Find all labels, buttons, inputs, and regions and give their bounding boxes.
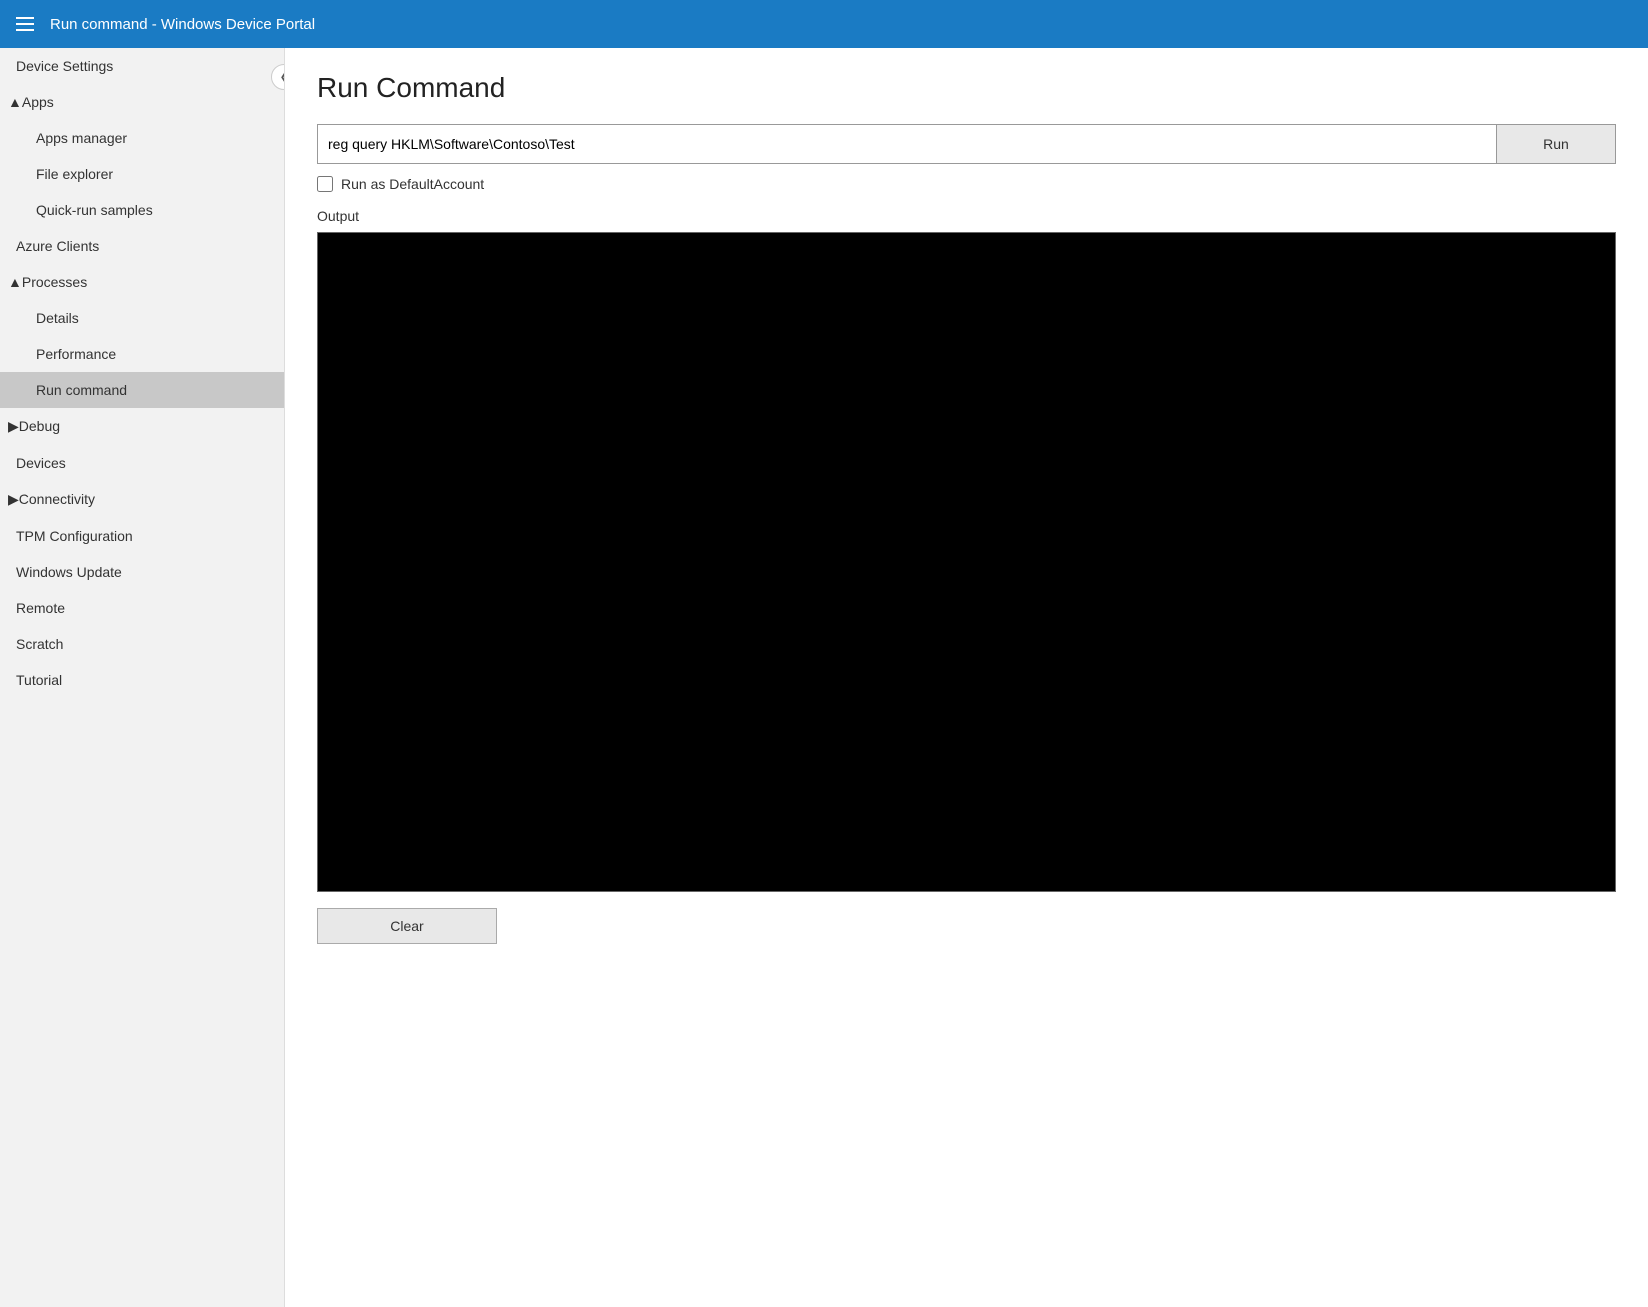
sidebar-item-debug[interactable]: ▶Debug — [0, 408, 284, 445]
clear-button[interactable]: Clear — [317, 908, 497, 944]
sidebar-item-run-command[interactable]: Run command — [0, 372, 284, 408]
sidebar-item-performance[interactable]: Performance — [0, 336, 284, 372]
sidebar-item-quick-run-samples[interactable]: Quick-run samples — [0, 192, 284, 228]
command-row: Run — [317, 124, 1616, 164]
sidebar: ❮ Device Settings▲AppsApps managerFile e… — [0, 48, 285, 1307]
default-account-label: Run as DefaultAccount — [341, 176, 484, 192]
default-account-checkbox[interactable] — [317, 176, 333, 192]
titlebar-title: Run command - Windows Device Portal — [50, 16, 315, 33]
page-title: Run Command — [317, 72, 1616, 104]
sidebar-item-remote[interactable]: Remote — [0, 590, 284, 626]
sidebar-item-apps[interactable]: ▲Apps — [0, 84, 284, 120]
sidebar-item-tutorial[interactable]: Tutorial — [0, 662, 284, 698]
sidebar-item-file-explorer[interactable]: File explorer — [0, 156, 284, 192]
checkbox-row: Run as DefaultAccount — [317, 176, 1616, 192]
sidebar-item-apps-manager[interactable]: Apps manager — [0, 120, 284, 156]
output-terminal — [317, 232, 1616, 892]
sidebar-item-processes[interactable]: ▲Processes — [0, 264, 284, 300]
output-label: Output — [317, 208, 1616, 224]
titlebar: Run command - Windows Device Portal — [0, 0, 1648, 48]
sidebar-item-azure-clients[interactable]: Azure Clients — [0, 228, 284, 264]
layout: ❮ Device Settings▲AppsApps managerFile e… — [0, 48, 1648, 1307]
sidebar-item-scratch[interactable]: Scratch — [0, 626, 284, 662]
sidebar-item-connectivity[interactable]: ▶Connectivity — [0, 481, 284, 518]
main-content: Run Command Run Run as DefaultAccount Ou… — [285, 48, 1648, 1307]
sidebar-item-tpm-configuration[interactable]: TPM Configuration — [0, 518, 284, 554]
hamburger-menu[interactable] — [16, 17, 34, 31]
sidebar-item-details[interactable]: Details — [0, 300, 284, 336]
command-input[interactable] — [317, 124, 1496, 164]
sidebar-item-devices[interactable]: Devices — [0, 445, 284, 481]
sidebar-item-windows-update[interactable]: Windows Update — [0, 554, 284, 590]
run-button[interactable]: Run — [1496, 124, 1616, 164]
sidebar-item-device-settings[interactable]: Device Settings — [0, 48, 284, 84]
